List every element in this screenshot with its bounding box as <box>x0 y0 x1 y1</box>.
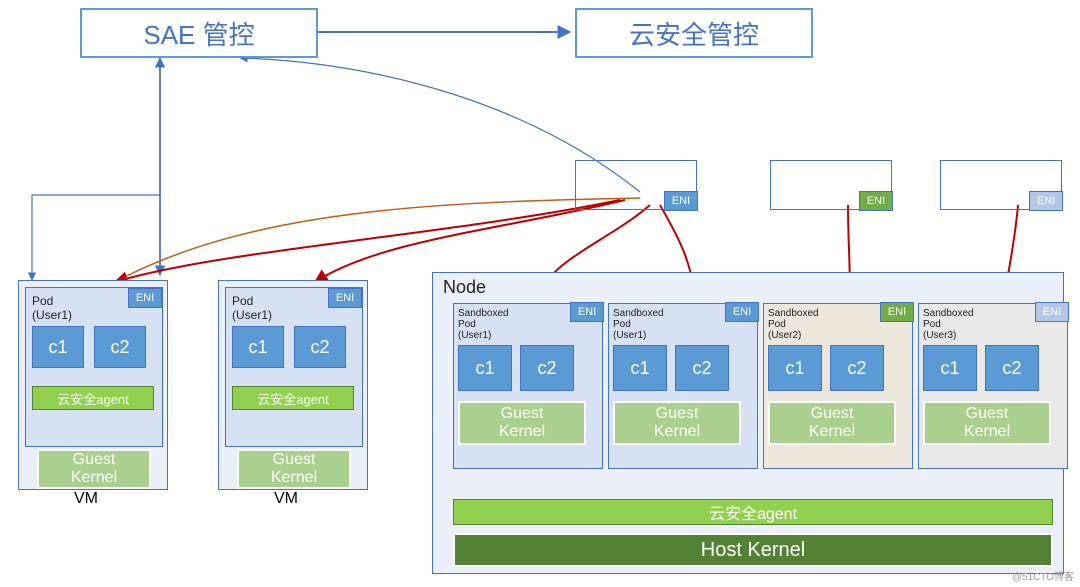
vpc-eni-3: ENI <box>1029 191 1063 211</box>
watermark: @51CTO博客 <box>1012 568 1074 583</box>
sp4-user: (User3) <box>923 330 1063 341</box>
sp1-c1: c1 <box>458 345 512 391</box>
node-title: Node <box>443 277 486 298</box>
vpc-box-2: ENI <box>770 160 892 210</box>
vm2-agent: 云安全agent <box>232 386 354 410</box>
vm2-guest-kernel: Guest Kernel <box>237 449 351 489</box>
node-cloud-sec-agent: 云安全agent <box>453 499 1053 525</box>
sp1-eni: ENI <box>570 302 604 322</box>
vm2-label: VM <box>274 490 298 508</box>
vm2-eni: ENI <box>328 288 362 308</box>
vm1-agent: 云安全agent <box>32 386 154 410</box>
vm-2: Pod (User1) c1 c2 云安全agent ENI Guest Ker… <box>218 280 368 490</box>
vm2-c1: c1 <box>232 326 284 368</box>
vm1-c2: c2 <box>94 326 146 368</box>
vm1-label: VM <box>74 490 98 508</box>
sp3-guest-kernel: Guest Kernel <box>768 401 896 445</box>
vm-1: Pod (User1) c1 c2 云安全agent ENI Guest Ker… <box>18 280 168 490</box>
sp1-gk1: Guest <box>501 405 544 423</box>
vpc-eni-1: ENI <box>664 191 698 211</box>
sandboxed-pod-2: Sandboxed Pod (User1) c1 c2 Guest Kernel… <box>608 303 758 469</box>
vpc-box-3: ENI <box>940 160 1062 210</box>
sp3-eni: ENI <box>880 302 914 322</box>
sp4-gk2: Kernel <box>964 423 1010 441</box>
vm2-gk-line2: Kernel <box>271 469 317 487</box>
sp1-gk2: Kernel <box>499 423 545 441</box>
sp3-c2: c2 <box>830 345 884 391</box>
sp2-gk2: Kernel <box>654 423 700 441</box>
sp4-guest-kernel: Guest Kernel <box>923 401 1051 445</box>
sp1-user: (User1) <box>458 330 598 341</box>
sp4-gk1: Guest <box>966 405 1009 423</box>
vm2-user-label: (User1) <box>232 308 356 322</box>
sp3-gk1: Guest <box>811 405 854 423</box>
sandboxed-pod-1: Sandboxed Pod (User1) c1 c2 Guest Kernel… <box>453 303 603 469</box>
vm1-pod: Pod (User1) c1 c2 云安全agent ENI <box>25 287 163 447</box>
vm1-eni: ENI <box>128 288 162 308</box>
sandboxed-pod-4: Sandboxed Pod (User3) c1 c2 Guest Kernel… <box>918 303 1068 469</box>
sp4-c1: c1 <box>923 345 977 391</box>
vm1-guest-kernel: Guest Kernel <box>37 449 151 489</box>
sp2-gk1: Guest <box>656 405 699 423</box>
vm2-pod: Pod (User1) c1 c2 云安全agent ENI <box>225 287 363 447</box>
sp4-eni: ENI <box>1035 302 1069 322</box>
sandboxed-pod-3: Sandboxed Pod (User2) c1 c2 Guest Kernel… <box>763 303 913 469</box>
sp1-guest-kernel: Guest Kernel <box>458 401 586 445</box>
sp4-c2: c2 <box>985 345 1039 391</box>
vm1-gk-line2: Kernel <box>71 469 117 487</box>
vm2-c2: c2 <box>294 326 346 368</box>
sp2-eni: ENI <box>725 302 759 322</box>
host-kernel: Host Kernel <box>453 533 1053 567</box>
sp2-c1: c1 <box>613 345 667 391</box>
sp3-gk2: Kernel <box>809 423 855 441</box>
sp2-c2: c2 <box>675 345 729 391</box>
sp1-c2: c2 <box>520 345 574 391</box>
sp2-user: (User1) <box>613 330 753 341</box>
sae-control-box: SAE 管控 <box>80 8 318 58</box>
vpc-box-1: ENI <box>575 160 697 210</box>
cloud-security-control-box: 云安全管控 <box>575 8 813 58</box>
sp2-guest-kernel: Guest Kernel <box>613 401 741 445</box>
vm2-gk-line1: Guest <box>273 451 316 469</box>
vm1-gk-line1: Guest <box>73 451 116 469</box>
vm1-c1: c1 <box>32 326 84 368</box>
vm1-user-label: (User1) <box>32 308 156 322</box>
vpc-eni-2: ENI <box>859 191 893 211</box>
sp3-user: (User2) <box>768 330 908 341</box>
node-box: Node Sandboxed Pod (User1) c1 c2 Guest K… <box>432 272 1064 574</box>
sp3-c1: c1 <box>768 345 822 391</box>
